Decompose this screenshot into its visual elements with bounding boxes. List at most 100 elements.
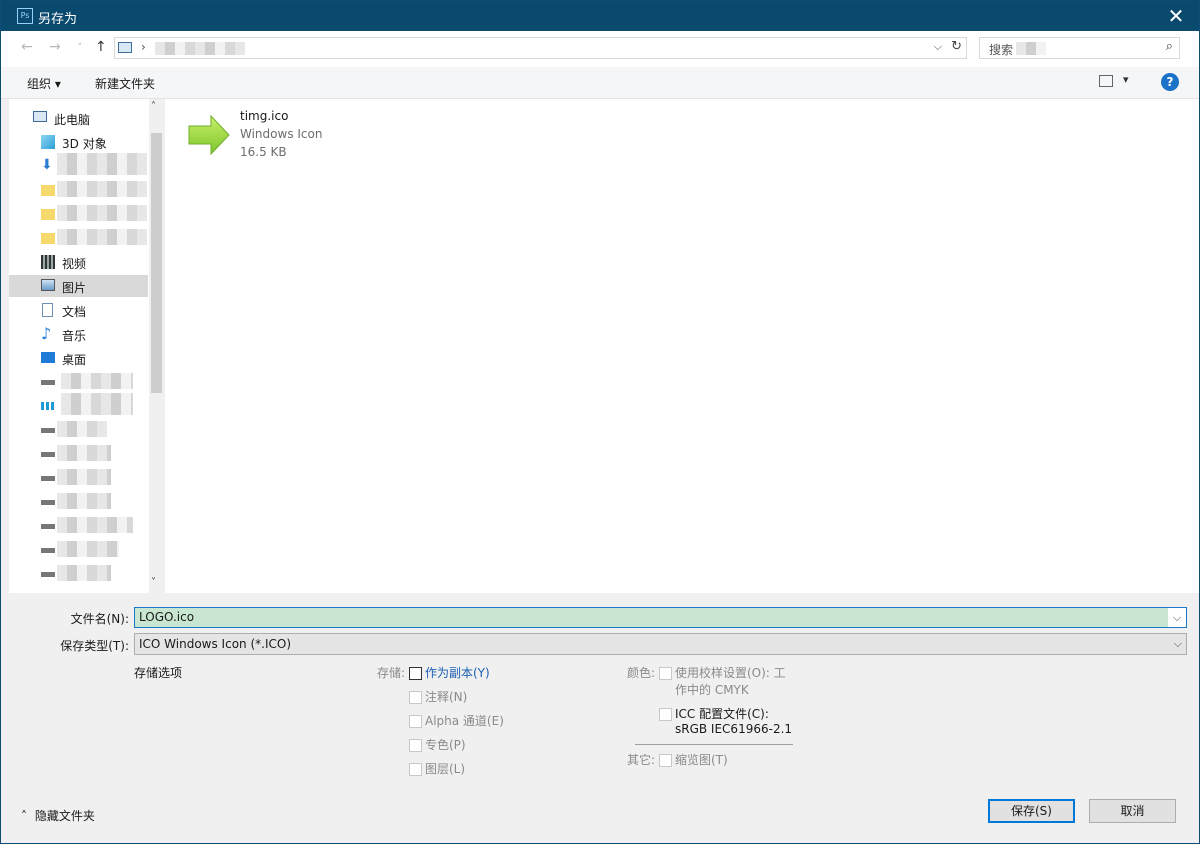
photoshop-icon: Ps [17,8,33,24]
search-placeholder-redacted [1016,42,1046,55]
drive-icon [41,524,55,529]
drive-icon [41,476,55,481]
redacted-label [57,517,133,533]
nav-item-label: 此电脑 [54,113,91,127]
redacted-label [57,565,111,581]
nav-item-folder-redacted[interactable] [9,179,148,201]
nav-item-drive-redacted[interactable] [9,515,148,537]
pc-icon [33,111,47,122]
nav-item-label: 视频 [62,257,87,271]
file-item[interactable]: timg.ico Windows Icon 16.5 KB [185,107,385,167]
title-bar: Ps 另存为 ✕ [1,1,1199,31]
view-options-icon[interactable] [1099,75,1113,87]
chevron-down-icon[interactable]: ⌵ [1168,608,1186,627]
up-icon[interactable]: ↑ [95,39,107,55]
other-label: 其它: [627,753,656,767]
search-input[interactable]: 搜索 ⌕ [979,37,1180,59]
forward-icon[interactable]: → [49,39,61,55]
storage-options-title: 存储选项 [134,666,183,680]
cancel-button[interactable]: 取消 [1089,799,1176,823]
redacted-label [57,445,111,461]
help-icon[interactable]: ? [1161,73,1179,91]
redacted-label [57,541,119,557]
divider [635,744,793,745]
nav-item-pictures[interactable]: 图片 [9,275,148,297]
nav-item-drive-redacted[interactable] [9,443,148,465]
redacted-label [57,205,147,221]
layers-checkbox [409,763,422,776]
redacted-label [57,153,147,175]
nav-item-label: 文档 [62,305,87,319]
chevron-down-icon[interactable]: ▾ [1123,73,1129,86]
nav-item-drive-redacted[interactable] [9,419,148,441]
drive-icon [41,572,55,577]
file-size: 16.5 KB [240,145,287,159]
new-folder-button[interactable]: 新建文件夹 [95,75,155,92]
music-icon: ♪ [41,324,52,343]
hide-folders-button[interactable]: ˄ 隐藏文件夹 [21,807,95,824]
filetype-select[interactable]: ICO Windows Icon (*.ICO) ⌵ [134,633,1187,655]
back-icon[interactable]: ← [21,39,33,55]
drive-icon [41,500,55,505]
nav-item-folder-redacted[interactable] [9,203,148,225]
breadcrumb-path-redacted[interactable] [155,42,245,55]
scrollbar-thumb[interactable] [151,133,162,393]
address-bar[interactable]: › ⌵ ↻ [114,37,967,59]
nav-item-3d-objects[interactable]: 3D 对象 [9,131,148,153]
alpha-channels-label: Alpha 通道(E) [425,714,504,728]
pictures-icon [41,279,55,291]
as-copy-label[interactable]: 作为副本(Y) [425,664,490,681]
nav-item-drive-redacted[interactable] [9,563,148,585]
folder-icon [41,209,55,220]
chevron-down-icon[interactable]: ⌵ [934,40,942,54]
as-copy-checkbox[interactable] [409,667,422,680]
icc-profile-label[interactable]: ICC 配置文件(C): [675,705,769,722]
search-placeholder: 搜索 [989,43,1014,57]
refresh-icon[interactable]: ↻ [951,39,962,54]
nav-item-documents[interactable]: 文档 [9,299,148,321]
nav-item-drive-redacted[interactable] [9,467,148,489]
nav-item-drive-redacted[interactable] [9,371,148,393]
document-icon [42,303,53,317]
nav-item-this-pc[interactable]: 此电脑 [9,107,148,129]
nav-item-music[interactable]: ♪ 音乐 [9,323,148,345]
nav-item-desktop[interactable]: 桌面 [9,347,148,369]
redacted-label [57,229,147,245]
alpha-channels-checkbox [409,715,422,728]
address-row: ← → ˅ ↑ › ⌵ ↻ 搜索 ⌕ [1,31,1199,67]
redacted-label [57,181,147,197]
notes-label: 注释(N) [425,690,468,704]
layers-label: 图层(L) [425,762,466,776]
organize-button[interactable]: 组织 ▾ [27,75,61,92]
storage-label: 存储: [377,666,406,680]
close-icon[interactable]: ✕ [1153,1,1199,31]
nav-item-folder-redacted[interactable] [9,227,148,249]
breadcrumb-separator: › [141,40,146,54]
filename-field[interactable]: LOGO.ico ⌵ [134,607,1187,628]
cube-icon [41,135,55,149]
chevron-up-icon: ˄ [21,809,27,823]
nav-item-network-redacted[interactable] [9,393,148,417]
redacted-label [57,469,111,485]
chevron-down-icon[interactable]: ⌵ [1174,637,1182,651]
nav-item-label: 音乐 [62,329,87,343]
search-icon: ⌕ [1165,39,1173,54]
folder-icon [41,185,55,196]
icc-profile-checkbox[interactable] [659,708,672,721]
chevron-up-icon[interactable]: ˄ [151,101,156,112]
nav-item-downloads-redacted[interactable]: ⬇ [9,153,148,177]
nav-item-videos[interactable]: 视频 [9,251,148,273]
thumbnail-checkbox [659,754,672,767]
nav-item-drive-redacted[interactable] [9,539,148,561]
filetype-value: ICO Windows Icon (*.ICO) [139,637,291,651]
nav-item-drive-redacted[interactable] [9,491,148,513]
thumbnail-label: 缩览图(T) [675,753,728,767]
hide-folders-label: 隐藏文件夹 [34,809,95,823]
save-button[interactable]: 保存(S) [988,799,1075,823]
chevron-down-icon[interactable]: ˅ [151,577,156,588]
nav-item-label: 图片 [62,281,87,295]
recent-locations-icon[interactable]: ˅ [77,41,83,54]
nav-scrollbar[interactable]: ˄ ˅ [149,99,164,593]
nav-item-label: 桌面 [62,353,87,367]
drive-icon [41,452,55,457]
